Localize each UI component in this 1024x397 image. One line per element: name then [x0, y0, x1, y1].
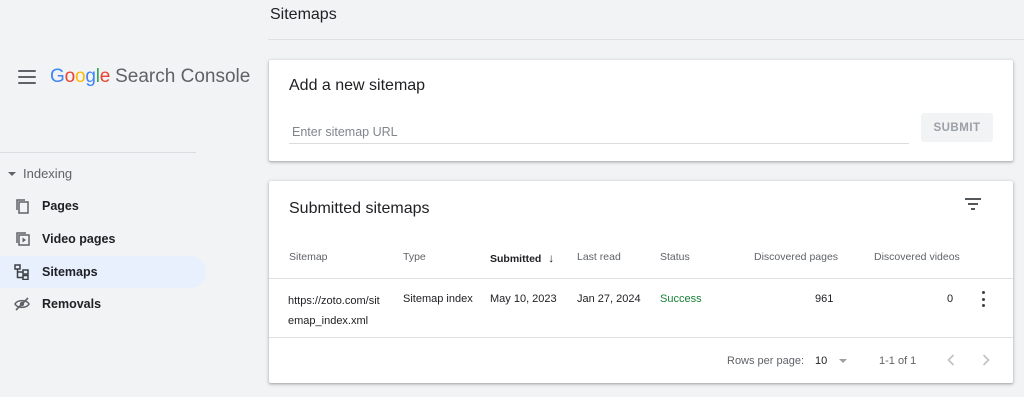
sidebar-item-label: Sitemaps	[42, 265, 98, 279]
menu-icon[interactable]	[18, 70, 36, 84]
header-divider	[268, 39, 1024, 40]
add-sitemap-card: Add a new sitemap SUBMIT	[269, 60, 1013, 161]
column-header-sitemap[interactable]: Sitemap	[289, 251, 328, 263]
last-read-cell: Jan 27, 2024	[577, 293, 641, 305]
chevron-left-icon	[947, 354, 955, 366]
sidebar-item-label: Pages	[42, 199, 79, 213]
sidebar-item-label: Removals	[42, 297, 102, 311]
arrow-down-icon: ↓	[548, 251, 555, 265]
sidebar-item-video-pages[interactable]: Video pages	[0, 223, 206, 255]
sitemap-url-line: emap_index.xml	[288, 315, 369, 327]
pagination-range: 1-1 of 1	[879, 355, 917, 367]
sidebar-item-removals[interactable]: Removals	[0, 288, 206, 320]
chevron-right-icon	[982, 354, 990, 366]
filter-icon[interactable]	[964, 197, 984, 213]
video-pages-icon	[14, 231, 30, 247]
column-header-status[interactable]: Status	[660, 251, 690, 263]
discovered-pages-cell: 961	[815, 293, 834, 305]
column-header-last-read[interactable]: Last read	[577, 251, 621, 263]
previous-page-button[interactable]	[943, 351, 959, 369]
sidebar: Google Search Console Indexing Pages Vid…	[0, 0, 252, 397]
sidebar-item-sitemaps[interactable]: Sitemaps	[0, 256, 206, 288]
discovered-videos-cell: 0	[947, 293, 954, 305]
sidebar-divider	[0, 152, 196, 153]
pages-icon	[14, 198, 30, 214]
column-header-discovered-pages[interactable]: Discovered pages	[754, 251, 838, 263]
product-name[interactable]: Search Console	[115, 66, 250, 88]
row-divider	[269, 337, 1013, 338]
dropdown-arrow-icon	[839, 359, 848, 363]
removals-icon	[14, 296, 30, 312]
more-vert-icon[interactable]	[979, 291, 987, 307]
column-header-discovered-videos[interactable]: Discovered videos	[874, 251, 960, 263]
rows-per-page-select[interactable]: 10	[815, 351, 855, 371]
sitemap-url-line: https://zoto.com/sit	[288, 295, 380, 307]
sitemap-url-cell[interactable]: https://zoto.com/sit emap_index.xml	[288, 291, 380, 331]
google-logo[interactable]: Google	[50, 66, 110, 88]
header-row-divider	[269, 278, 1013, 279]
submitted-sitemaps-title: Submitted sitemaps	[289, 200, 430, 217]
sidebar-section-indexing[interactable]: Indexing	[8, 166, 72, 181]
rows-per-page-label: Rows per page:	[727, 355, 805, 367]
add-sitemap-title: Add a new sitemap	[289, 77, 426, 94]
column-header-submitted[interactable]: Submitted ↓	[490, 251, 554, 265]
sitemaps-icon	[14, 264, 30, 280]
page-title: Sitemaps	[270, 6, 337, 23]
sidebar-item-label: Video pages	[42, 232, 116, 246]
submit-button[interactable]: SUBMIT	[921, 113, 993, 142]
sidebar-item-pages[interactable]: Pages	[0, 190, 206, 222]
caret-down-icon	[8, 171, 16, 176]
brand-header: Google Search Console	[18, 62, 250, 92]
status-cell: Success	[660, 293, 702, 305]
sidebar-section-label: Indexing	[23, 166, 73, 181]
column-header-type[interactable]: Type	[403, 251, 426, 263]
type-cell: Sitemap index	[403, 293, 473, 305]
submitted-cell: May 10, 2023	[490, 293, 557, 305]
sitemap-url-input[interactable]	[289, 120, 909, 144]
next-page-button[interactable]	[978, 351, 994, 369]
rows-per-page-value: 10	[815, 355, 828, 367]
column-header-label: Submitted	[490, 253, 542, 265]
submitted-sitemaps-card: Submitted sitemaps Sitemap Type Submitte…	[269, 181, 1013, 383]
